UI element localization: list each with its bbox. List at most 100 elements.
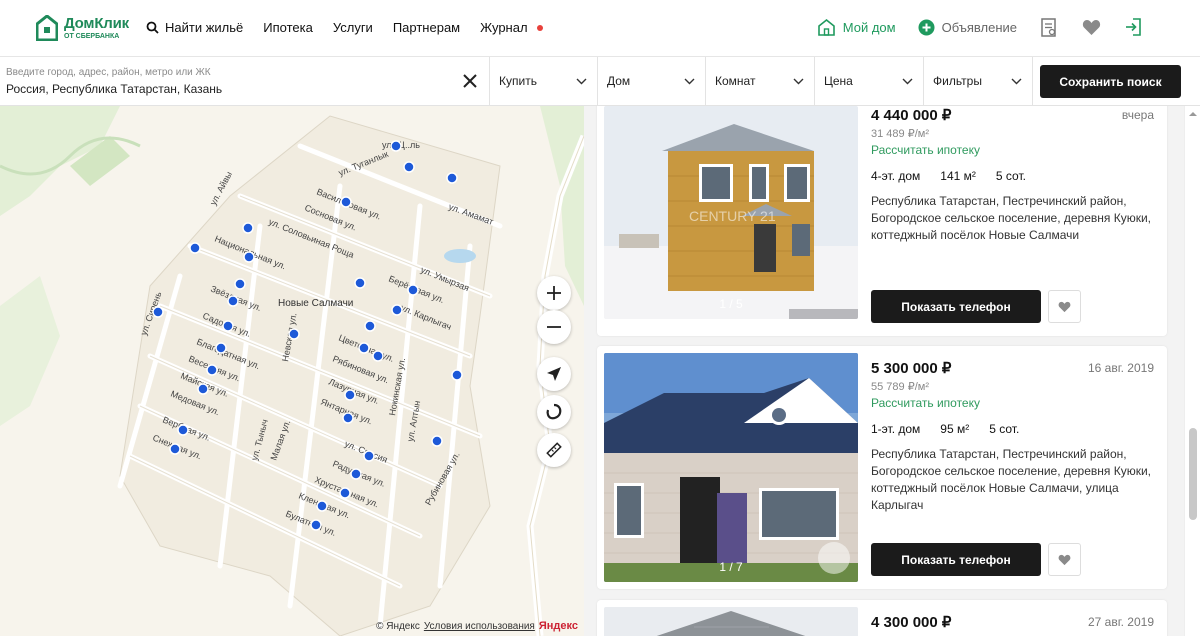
nav-journal[interactable]: Журнал <box>480 20 543 35</box>
listing-pin[interactable] <box>446 172 458 184</box>
price-select[interactable]: Цена <box>815 57 924 105</box>
village-label: Новые Салмачи <box>278 298 353 309</box>
listing-pin[interactable] <box>340 196 352 208</box>
area-param: 141 м² <box>940 169 976 183</box>
land-param: 5 сот. <box>995 169 1026 183</box>
listing-photo[interactable]: CENTURY 21 1 / 5 <box>604 106 858 319</box>
listing-pin[interactable] <box>222 320 234 332</box>
draw-area-button[interactable] <box>537 395 571 429</box>
rooms-select[interactable]: Комнат <box>706 57 815 105</box>
favorites-heart-icon[interactable] <box>1081 17 1101 37</box>
map-canvas[interactable]: ул. Щ..ль ул. Туганлык Васильковая ул. С… <box>0 106 584 636</box>
floors-param: 4-эт. дом <box>871 169 921 183</box>
listing-pin[interactable] <box>451 369 463 381</box>
listing-pin[interactable] <box>350 468 362 480</box>
favorite-button[interactable] <box>1048 290 1081 323</box>
listing-pin[interactable] <box>197 383 209 395</box>
scroll-up-icon[interactable] <box>1189 110 1197 118</box>
listing-pin[interactable] <box>339 487 351 499</box>
price-per-m2: 31 489 ₽/м² <box>871 128 929 140</box>
listing-pin[interactable] <box>288 328 300 340</box>
ruler-button[interactable] <box>537 433 571 467</box>
show-phone-button[interactable]: Показать телефон <box>871 290 1041 323</box>
zoom-in-button[interactable] <box>537 276 571 310</box>
listing-pin[interactable] <box>227 295 239 307</box>
listing-pin[interactable] <box>234 278 246 290</box>
plus-circle-icon <box>918 19 935 35</box>
main-nav: Найти жильё Ипотека Услуги Партнерам Жур… <box>146 20 543 35</box>
add-listing-link[interactable]: Объявление <box>918 19 1017 36</box>
listing-pin[interactable] <box>391 304 403 316</box>
draw-area-icon <box>546 403 562 420</box>
yandex-logo: Яндекс <box>538 620 578 632</box>
calculate-mortgage-link[interactable]: Рассчитать ипотеку <box>871 143 1154 157</box>
listing-card[interactable]: CENTURY 21 1 / 5 4 440 000 ₽ 31 489 ₽/м²… <box>597 106 1167 336</box>
listing-pin[interactable] <box>363 450 375 462</box>
listing-photo[interactable] <box>604 607 858 636</box>
listing-params: 1-эт. дом 95 м² 5 сот. <box>871 422 1154 436</box>
chevron-down-icon <box>684 78 695 84</box>
geolocation-button[interactable] <box>537 357 571 391</box>
map-panel[interactable]: ул. Щ..ль ул. Туганлык Васильковая ул. С… <box>0 106 584 636</box>
favorite-button[interactable] <box>1048 543 1081 576</box>
listing-date: 27 авг. 2019 <box>1087 615 1154 629</box>
listings-scrollbar[interactable] <box>1184 106 1200 636</box>
listing-pin[interactable] <box>310 519 322 531</box>
location-search[interactable]: Введите город, адрес, район, метро или Ж… <box>0 57 490 105</box>
plus-icon <box>547 286 561 300</box>
listing-pin[interactable] <box>372 350 384 362</box>
listing-pin[interactable] <box>390 140 402 152</box>
listing-pin[interactable] <box>169 443 181 455</box>
more-filters-select[interactable]: Фильтры <box>924 57 1033 105</box>
deal-type-select[interactable]: Купить <box>490 57 598 105</box>
my-home-link[interactable]: Мой дом <box>817 18 896 36</box>
login-icon[interactable] <box>1123 17 1143 37</box>
house-photo <box>604 607 858 636</box>
listing-pin[interactable] <box>316 500 328 512</box>
listing-pin[interactable] <box>189 242 201 254</box>
listing-pin[interactable] <box>177 424 189 436</box>
listing-card[interactable]: 4 300 000 ₽ 27 авг. 2019 <box>597 600 1167 636</box>
listing-photo[interactable]: 1 / 7 <box>604 353 858 582</box>
listing-info: 4 440 000 ₽ 31 489 ₽/м² Рассчитать ипоте… <box>871 106 1154 244</box>
save-search-button[interactable]: Сохранить поиск <box>1040 65 1181 98</box>
listing-pin[interactable] <box>206 364 218 376</box>
nav-partners[interactable]: Партнерам <box>393 20 460 35</box>
land-param: 5 сот. <box>989 422 1020 436</box>
property-type-select[interactable]: Дом <box>598 57 706 105</box>
nav-services[interactable]: Услуги <box>333 20 373 35</box>
chevron-down-icon <box>902 78 913 84</box>
nav-mortgage[interactable]: Ипотека <box>263 20 313 35</box>
add-listing-label: Объявление <box>941 19 1017 35</box>
search-icon <box>146 21 159 34</box>
listing-pin[interactable] <box>364 320 376 332</box>
map-copyright: © Яндекс <box>376 620 420 632</box>
listing-pin[interactable] <box>152 306 164 318</box>
clear-search-icon[interactable] <box>461 72 479 90</box>
listing-pin[interactable] <box>431 435 443 447</box>
map-terms-link[interactable]: Условия использования <box>424 621 535 632</box>
show-phone-button[interactable]: Показать телефон <box>871 543 1041 576</box>
scroll-thumb[interactable] <box>1189 428 1197 520</box>
listing-date: 16 авг. 2019 <box>1087 361 1154 375</box>
listing-pin[interactable] <box>407 284 419 296</box>
listing-pin[interactable] <box>344 389 356 401</box>
listing-pin[interactable] <box>358 342 370 354</box>
listing-pin[interactable] <box>242 222 254 234</box>
listing-pin[interactable] <box>403 161 415 173</box>
top-header: ДомКлик ОТ СБЕРБАНКА Найти жильё Ипотека… <box>0 0 1200 57</box>
listing-pin[interactable] <box>342 412 354 424</box>
search-input[interactable]: Россия, Республика Татарстан, Казань <box>6 82 483 96</box>
listing-card[interactable]: 1 / 7 5 300 000 ₽ 55 789 ₽/м² Рассчитать… <box>597 346 1167 589</box>
logo[interactable]: ДомКлик ОТ СБЕРБАНКА <box>36 15 129 41</box>
photo-counter: 1 / 7 <box>719 560 743 574</box>
listings-panel: CENTURY 21 1 / 5 4 440 000 ₽ 31 489 ₽/м²… <box>584 106 1184 636</box>
listing-pin[interactable] <box>243 251 255 263</box>
listing-pin[interactable] <box>354 277 366 289</box>
calculate-mortgage-link[interactable]: Рассчитать ипотеку <box>871 396 1154 410</box>
heart-icon <box>1058 301 1071 312</box>
document-icon[interactable] <box>1039 17 1059 37</box>
nav-find-home[interactable]: Найти жильё <box>146 20 243 35</box>
zoom-out-button[interactable] <box>537 310 571 344</box>
listing-pin[interactable] <box>215 342 227 354</box>
